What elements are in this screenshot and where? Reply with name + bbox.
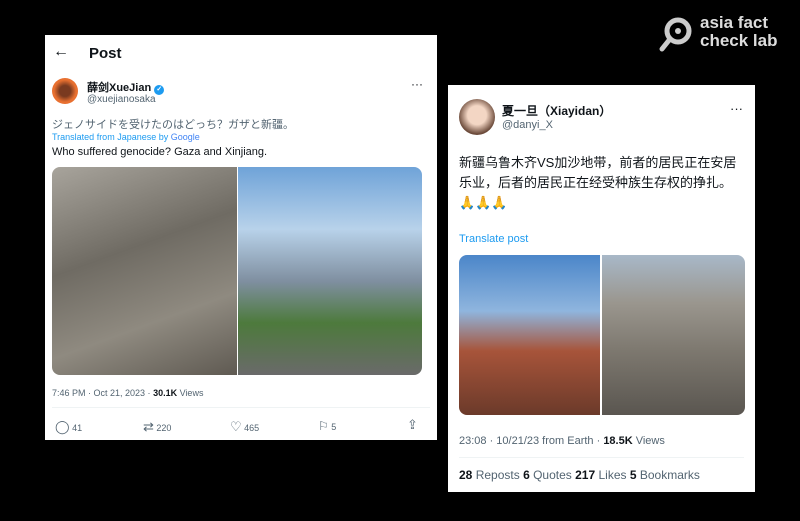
reply-button[interactable]: ◯ 41 <box>55 419 82 435</box>
heart-icon: ♡ <box>230 419 242 434</box>
divider <box>52 407 430 408</box>
asia-fact-check-lab-logo: asia fact check lab <box>658 14 793 54</box>
translation-credit[interactable]: Translated from Japanese by Google <box>52 132 200 142</box>
bookmarks-stat[interactable]: 5 Bookmarks <box>630 468 700 482</box>
magnifier-logo-icon <box>659 17 692 52</box>
logo-line1: asia fact <box>700 13 769 32</box>
avatar[interactable] <box>459 99 495 135</box>
back-arrow-icon[interactable]: ← <box>53 43 69 61</box>
share-icon[interactable]: ⇪ <box>407 417 418 433</box>
handle[interactable]: @xuejianosaka <box>87 94 156 105</box>
image-urumqi-bazaar[interactable] <box>459 255 600 415</box>
page-title: Post <box>89 45 122 62</box>
original-text: ジェノサイドを受けたのはどっち？ガザと新疆。 <box>52 119 294 131</box>
like-button[interactable]: ♡ 465 <box>230 419 259 435</box>
logo-line2: check lab <box>700 31 778 50</box>
image-gaza-rubble[interactable] <box>602 255 745 415</box>
display-name[interactable]: 薛剑XueJian ✓ <box>87 79 165 95</box>
more-options-icon[interactable]: ··· <box>411 77 423 91</box>
engagement-stats: 28 Reposts 6 Quotes 217 Likes 5 Bookmark… <box>459 468 700 482</box>
reposts-stat[interactable]: 28 Reposts <box>459 468 520 482</box>
translated-text: Who suffered genocide? Gaza and Xinjiang… <box>52 146 268 158</box>
likes-stat[interactable]: 217 Likes <box>575 468 626 482</box>
timestamp: 23:08 · 10/21/23 from Earth · 18.5K View… <box>459 435 665 447</box>
repost-icon: ⇄ <box>143 419 154 434</box>
tweet-text: 新疆乌鲁木齐VS加沙地带，前者的居民正在安居乐业，后者的居民正在经受种族生存权的… <box>459 155 737 210</box>
avatar[interactable] <box>52 78 78 104</box>
divider <box>459 457 744 458</box>
tweet-card-xiayidan: 夏一旦（Xiayidan） @danyi_X ··· 新疆乌鲁木齐VS加沙地带，… <box>448 85 755 492</box>
tweet-card-xuejian: ← Post 薛剑XueJian ✓ @xuejianosaka ··· ジェノ… <box>45 35 437 440</box>
more-options-icon[interactable]: ··· <box>730 101 743 116</box>
display-name[interactable]: 夏一旦（Xiayidan） <box>502 102 611 119</box>
translate-post-link[interactable]: Translate post <box>459 233 528 245</box>
handle[interactable]: @danyi_X <box>502 119 553 131</box>
image-city-urumqi[interactable] <box>238 167 422 375</box>
bookmark-button[interactable]: ⚐ 5 <box>318 419 336 433</box>
reply-icon: ◯ <box>55 419 70 434</box>
bookmark-icon: ⚐ <box>318 419 329 433</box>
google-logo: Google <box>170 132 200 142</box>
image-rubble-gaza[interactable] <box>52 167 237 375</box>
repost-button[interactable]: ⇄ 220 <box>143 419 171 435</box>
timestamp: 7:46 PM · Oct 21, 2023 · 30.1K Views <box>52 388 204 398</box>
quotes-stat[interactable]: 6 Quotes <box>523 468 572 482</box>
